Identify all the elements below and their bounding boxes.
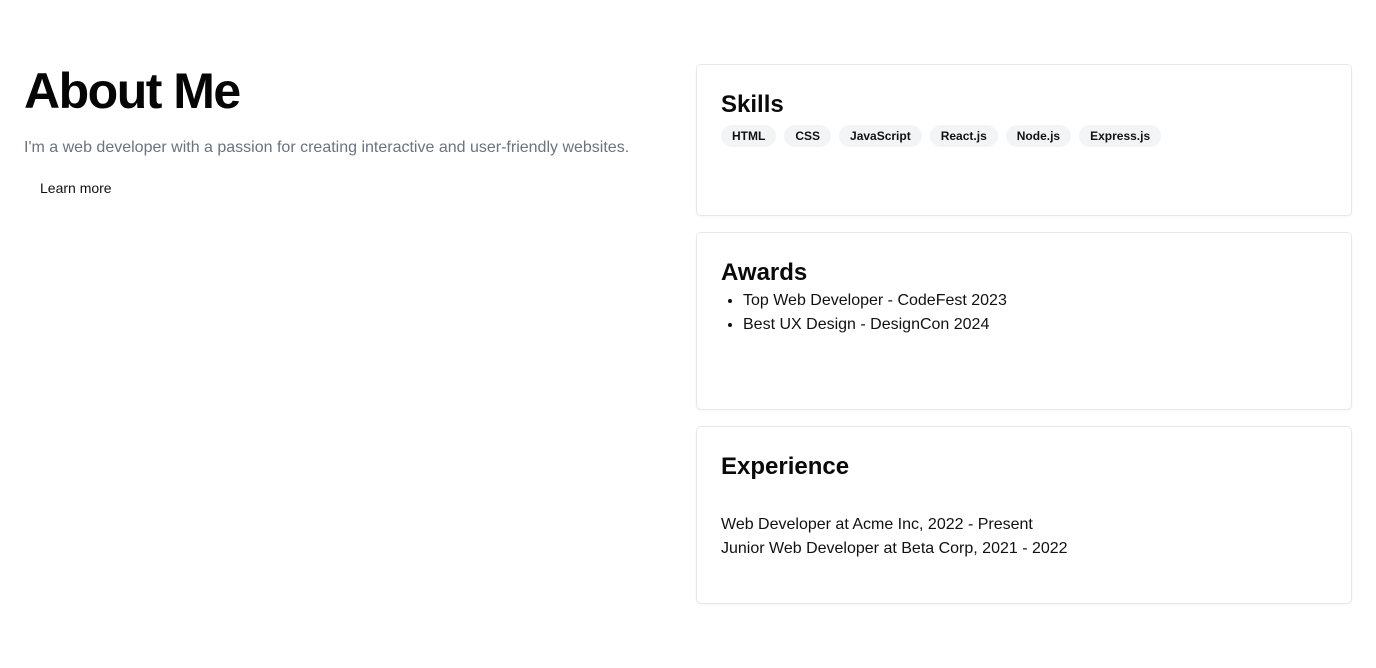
list-item: Top Web Developer - CodeFest 2023 [743, 289, 1327, 313]
skill-tag: Express.js [1079, 125, 1162, 147]
skills-card: Skills HTML CSS JavaScript React.js Node… [696, 64, 1352, 216]
experience-title: Experience [721, 453, 850, 480]
skill-tag: Node.js [1005, 125, 1072, 147]
skills-tag-list: HTML CSS JavaScript React.js Node.js Exp… [721, 125, 1327, 147]
awards-title: Awards [721, 259, 808, 286]
list-item: Web Developer at Acme Inc, 2022 - Presen… [721, 516, 1033, 533]
list-item: Junior Web Developer at Beta Corp, 2021 … [721, 540, 1068, 557]
skill-tag: CSS [784, 125, 832, 147]
learn-more-button[interactable]: Learn more [24, 175, 128, 201]
cards-column: Skills HTML CSS JavaScript React.js Node… [696, 64, 1352, 620]
skill-tag: HTML [721, 125, 777, 147]
about-page: About Me I'm a web developer with a pass… [0, 0, 1376, 668]
experience-card: Experience Web Developer at Acme Inc, 20… [696, 426, 1352, 604]
skill-tag: React.js [929, 125, 998, 147]
page-title: About Me [24, 63, 241, 119]
experience-list: Web Developer at Acme Inc, 2022 - Presen… [721, 513, 1327, 561]
awards-card: Awards Top Web Developer - CodeFest 2023… [696, 232, 1352, 410]
hero-section: About Me I'm a web developer with a pass… [24, 60, 684, 201]
tagline: I'm a web developer with a passion for c… [24, 139, 630, 156]
awards-list: Top Web Developer - CodeFest 2023 Best U… [721, 289, 1327, 337]
skills-title: Skills [721, 91, 784, 118]
skill-tag: JavaScript [839, 125, 922, 147]
list-item: Best UX Design - DesignCon 2024 [743, 313, 1327, 337]
